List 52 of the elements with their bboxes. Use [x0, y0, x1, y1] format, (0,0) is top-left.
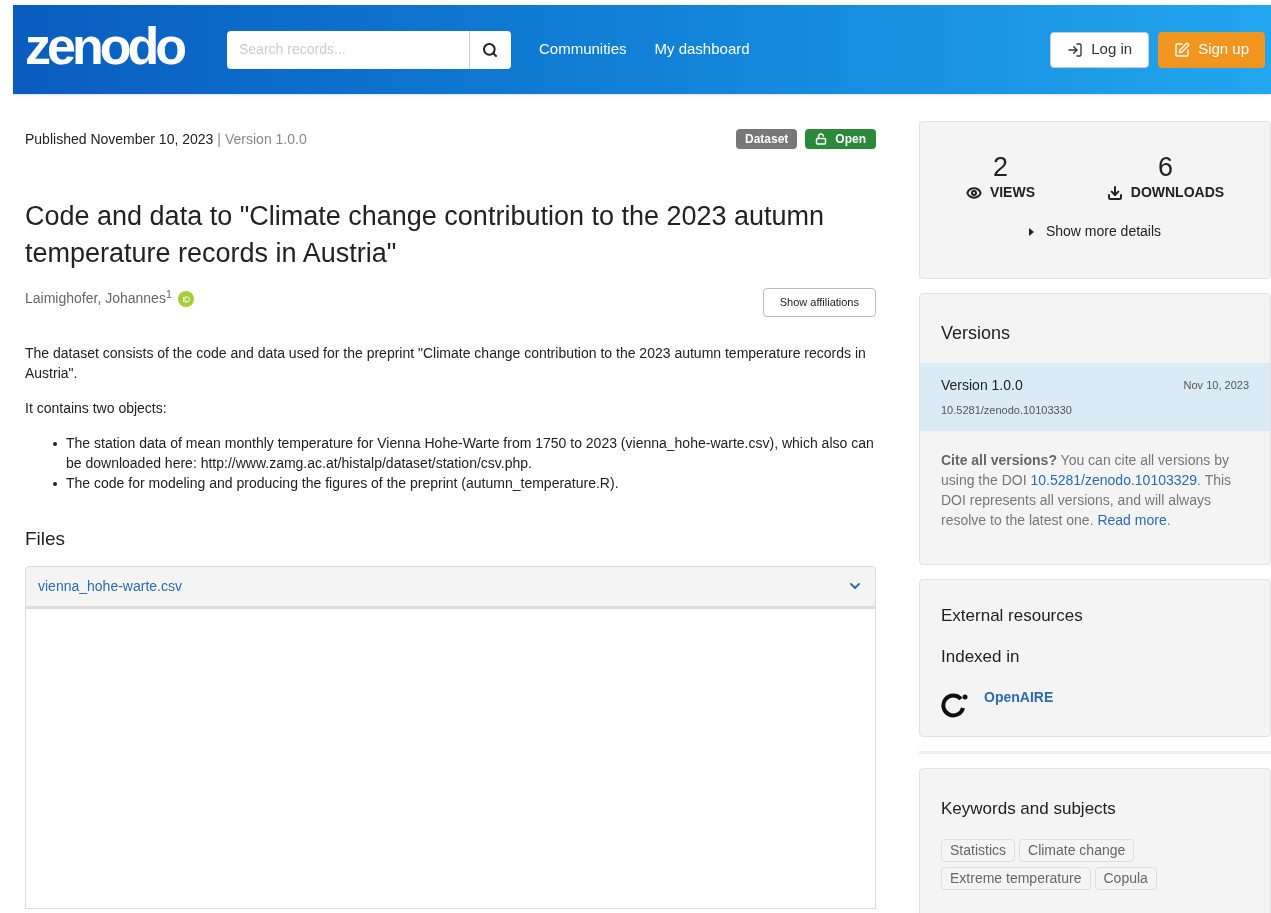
- record-title: Code and data to "Climate change contribution to the 2023 autumn temperature records in Austria": [25, 200, 826, 270]
- indexed-in-heading: Indexed in: [940, 646, 1021, 668]
- keyword-tag[interactable]: Copula: [1094, 867, 1157, 890]
- logo[interactable]: zenodo: [25, 19, 183, 72]
- login-icon: [1067, 41, 1084, 58]
- keyword-tag[interactable]: Extreme temperature: [941, 867, 1091, 890]
- version-row[interactable]: Version 1.0.0 Nov 10, 2023 10.5281/zenodo.10103330: [920, 363, 1270, 431]
- login-button[interactable]: Log in: [1050, 31, 1150, 68]
- versions-heading: Versions: [940, 322, 1012, 345]
- version-label: Version 1.0.0: [225, 129, 307, 149]
- version-doi: 10.5281/zenodo.10103330: [941, 403, 1073, 418]
- bullet-icon: [53, 482, 57, 486]
- description-text: The dataset consists of the code and data used for the preprint "Climate change contribution to the 2023 autumn temperature records in Austria".: [25, 344, 867, 383]
- access-badge: Open: [805, 129, 876, 149]
- creator-name: Laimighofer, Johannes$^{1}$: [25, 288, 172, 308]
- keywords-heading: Keywords and subjects: [940, 797, 1117, 820]
- doi-link[interactable]: 10.5281/zenodo.10103329: [1030, 471, 1198, 488]
- stat-count: 2: [992, 152, 1008, 182]
- caret-right-icon: [1028, 227, 1034, 236]
- show-more-details-button[interactable]: Show more details: [1028, 221, 1162, 242]
- edit-icon: [1174, 41, 1191, 58]
- file-name: vienna_hohe-warte.csv: [38, 576, 182, 596]
- type-badge: Dataset: [735, 129, 798, 149]
- doi-link[interactable]: Read more: [1097, 511, 1167, 528]
- cite-all-text: Cite all versions? You can cite all versions by using the DOI 10.5281/zenodo.10103329. This DOI represents all versions, and will always resolve to the latest one. Read more.: [940, 450, 1233, 530]
- unlock-icon: [815, 133, 828, 145]
- keyword-tag[interactable]: Climate change: [1019, 839, 1135, 862]
- publish-date: Published November 10, 2023: [25, 129, 214, 149]
- file-accordion-header[interactable]: vienna_hohe-warte.csv: [25, 565, 876, 609]
- external-resources-heading: External resources: [940, 604, 1084, 627]
- keyword-tag[interactable]: Statistics: [941, 839, 1015, 862]
- openaire-link[interactable]: OpenAIRE: [984, 686, 1054, 708]
- openaire-logo-icon: [941, 691, 969, 718]
- stat-count: 6: [1157, 152, 1173, 182]
- show-affiliations-button[interactable]: Show affiliations: [762, 288, 876, 317]
- files-heading: Files: [25, 527, 67, 551]
- search-icon: [482, 41, 499, 58]
- download-icon: [1106, 184, 1123, 201]
- separator-text: |: [217, 129, 221, 149]
- version-date: Nov 10, 2023: [1183, 378, 1249, 394]
- bullet-icon: [53, 442, 57, 446]
- description-text: It contains two objects:: [25, 399, 168, 418]
- nav-link[interactable]: My dashboard: [654, 38, 750, 61]
- search-button[interactable]: [469, 30, 511, 69]
- stat-label: DOWNLOADS: [1106, 182, 1225, 203]
- bullet-text: The station data of mean monthly temperature for Vienna Hohe-Warte from 1750 to 2023 (vienna_hohe-warte.csv), which also can be downloaded here: http://www.zamg.ac.at/histalp/dataset/station/csv.php.: [66, 434, 875, 473]
- eye-icon: [965, 184, 982, 201]
- stat-label: VIEWS: [965, 182, 1035, 203]
- nav-link[interactable]: Communities: [539, 38, 627, 61]
- bullet-text: The code for modeling and producing the figures of the preprint (autumn_temperature.R).: [66, 474, 619, 493]
- orcid-icon: [177, 290, 194, 307]
- version-name: Version 1.0.0: [941, 376, 1023, 395]
